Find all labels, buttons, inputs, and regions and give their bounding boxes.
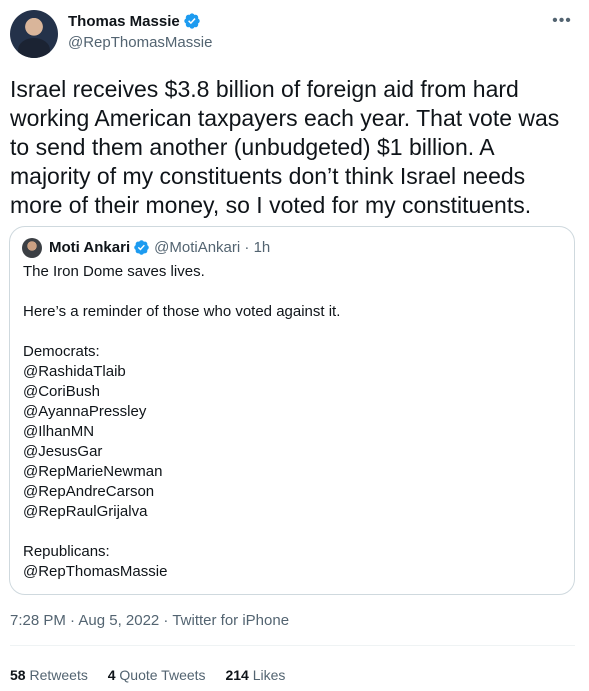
author-name[interactable]: Thomas Massie xyxy=(68,13,180,30)
quoted-mention: @JesusGar xyxy=(23,443,103,460)
tweet-timestamp[interactable]: 7:28 PM · Aug 5, 2022 · Twitter for iPho… xyxy=(10,611,289,631)
tweet-text: Israel receives $3.8 billion of foreign … xyxy=(10,76,560,218)
retweets-count: 58 xyxy=(10,667,26,683)
quoted-tweet-header: Moti Ankari @MotiAnkari · 1h xyxy=(49,238,270,258)
quoted-tweet[interactable]: Moti Ankari @MotiAnkari · 1h The Iron Dom… xyxy=(9,226,575,595)
verified-badge-icon xyxy=(184,13,200,29)
quoted-line: The Iron Dome saves lives. xyxy=(23,263,205,280)
quoted-mention: @IlhanMN xyxy=(23,423,95,440)
verified-badge-icon xyxy=(134,240,149,255)
divider xyxy=(10,645,575,646)
quoted-line: Here’s a reminder of those who voted aga… xyxy=(23,303,341,320)
quoted-mention: @CoriBush xyxy=(23,383,100,400)
quote-tweets-label: Quote Tweets xyxy=(119,667,206,683)
likes-stat[interactable]: 214 Likes xyxy=(225,665,285,685)
quoted-line xyxy=(23,282,563,302)
quoted-timestamp[interactable]: 1h xyxy=(254,239,271,256)
quoted-mention: @RepRaulGrijalva xyxy=(23,503,148,520)
author-handle[interactable]: @RepThomasMassie xyxy=(68,33,212,53)
quoted-line xyxy=(23,322,563,342)
quote-tweets-count: 4 xyxy=(107,667,116,683)
quoted-author-name[interactable]: Moti Ankari xyxy=(49,239,130,256)
engagement-stats: 58 Retweets 4 Quote Tweets 214 Likes xyxy=(10,665,301,685)
more-horizontal-icon[interactable]: ••• xyxy=(551,12,573,34)
likes-count: 214 xyxy=(225,667,249,683)
quote-tweets-stat[interactable]: 4 Quote Tweets xyxy=(108,665,206,685)
retweets-stat[interactable]: 58 Retweets xyxy=(10,665,88,685)
quoted-line xyxy=(23,522,563,542)
author-name-row[interactable]: Thomas Massie xyxy=(68,12,201,32)
quoted-author-handle[interactable]: @MotiAnkari xyxy=(154,239,240,256)
quoted-line: Democrats: xyxy=(23,343,100,360)
quoted-line: Republicans: xyxy=(23,543,110,560)
quoted-mention: @RepAndreCarson xyxy=(23,483,155,500)
quoted-mention: @RashidaTlaib xyxy=(23,363,126,380)
author-avatar[interactable] xyxy=(10,10,58,58)
likes-label: Likes xyxy=(252,667,286,683)
quoted-mention: @RepThomasMassie xyxy=(23,563,168,580)
quoted-mention: @RepMarieNewman xyxy=(23,463,163,480)
quoted-separator: · xyxy=(240,239,254,256)
quoted-tweet-text: The Iron Dome saves lives. Here’s a remi… xyxy=(23,262,563,582)
retweets-label: Retweets xyxy=(29,667,88,683)
quoted-mention: @AyannaPressley xyxy=(23,403,147,420)
quoted-author-avatar[interactable] xyxy=(22,238,42,258)
